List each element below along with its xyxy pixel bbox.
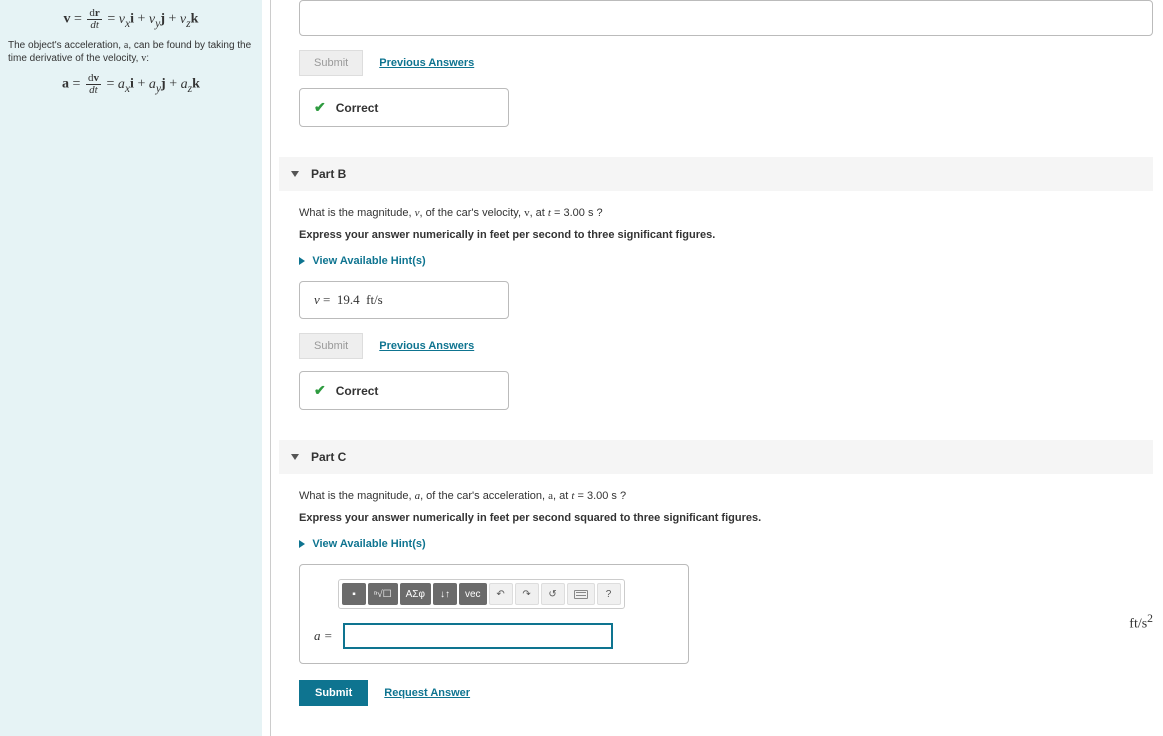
partC-instruction: Express your answer numerically in feet …: [299, 512, 1153, 524]
partC-hints[interactable]: View Available Hint(s): [299, 536, 1153, 550]
partA-correct-box: ✔ Correct: [299, 88, 509, 127]
caret-down-icon: [291, 171, 299, 177]
partC-units: ft/s2: [1109, 612, 1153, 633]
partB-instruction: Express your answer numerically in feet …: [299, 229, 1153, 241]
greek-tool-button[interactable]: ΑΣφ: [400, 583, 431, 605]
partB-answer-display: v = 19.4 ft/s: [299, 281, 509, 319]
template-tool-button[interactable]: ▪: [342, 583, 366, 605]
check-icon: ✔: [314, 99, 326, 116]
partB-submit-button: Submit: [299, 333, 363, 359]
redo-button[interactable]: ↷: [515, 583, 539, 605]
vec-tool-button[interactable]: vec: [459, 583, 487, 605]
partC-input-panel: ▪ ⁿ√☐ ΑΣφ ↓↑ vec ↶ ↷ ↺ ? a =: [299, 564, 689, 664]
partB-title: Part B: [311, 167, 346, 181]
partB-hints-link[interactable]: View Available Hint(s): [312, 255, 425, 267]
velocity-formula: v = drdt = vxi + vyj + vzk: [8, 8, 254, 31]
partB-header[interactable]: Part B: [279, 157, 1153, 191]
partC-variable-label: a =: [314, 628, 333, 644]
partC-title: Part C: [311, 450, 346, 464]
caret-right-icon: [299, 257, 305, 265]
partC-answer-input[interactable]: [343, 623, 613, 649]
partB-correct-box: ✔ Correct: [299, 371, 509, 410]
partA-correct-label: Correct: [336, 101, 379, 115]
help-button[interactable]: ?: [597, 583, 621, 605]
acceleration-formula: a = dvdt = axi + ayj + azk: [8, 73, 254, 96]
partA-answer-box: [299, 0, 1153, 36]
reset-button[interactable]: ↺: [541, 583, 565, 605]
partA-submit-button: Submit: [299, 50, 363, 76]
sqrt-tool-button[interactable]: ⁿ√☐: [368, 583, 398, 605]
partC-submit-button[interactable]: Submit: [299, 680, 368, 706]
partC-submit-row: Submit Request Answer: [299, 680, 1153, 706]
partC-question: What is the magnitude, a, of the car's a…: [299, 490, 1153, 502]
undo-button[interactable]: ↶: [489, 583, 513, 605]
equation-toolbar: ▪ ⁿ√☐ ΑΣφ ↓↑ vec ↶ ↷ ↺ ?: [338, 579, 625, 609]
check-icon: ✔: [314, 382, 326, 399]
partB-hints[interactable]: View Available Hint(s): [299, 253, 1153, 267]
partC-header[interactable]: Part C: [279, 440, 1153, 474]
caret-down-icon: [291, 454, 299, 460]
partB-question: What is the magnitude, v, of the car's v…: [299, 207, 1153, 219]
main-content: Submit Previous Answers ✔ Correct Part B…: [279, 0, 1163, 736]
keyboard-icon: [574, 590, 588, 599]
updown-tool-button[interactable]: ↓↑: [433, 583, 457, 605]
keyboard-button[interactable]: [567, 583, 595, 605]
vertical-divider: [270, 0, 271, 736]
theory-sidebar: v = drdt = vxi + vyj + vzk The object's …: [0, 0, 262, 736]
acceleration-description: The object's acceleration, a, can be fou…: [8, 39, 254, 65]
partC-request-answer-link[interactable]: Request Answer: [384, 687, 470, 699]
partB-previous-answers-link[interactable]: Previous Answers: [379, 340, 474, 352]
partB-correct-label: Correct: [336, 384, 379, 398]
partA-previous-answers-link[interactable]: Previous Answers: [379, 57, 474, 69]
caret-right-icon: [299, 540, 305, 548]
partC-hints-link[interactable]: View Available Hint(s): [312, 538, 425, 550]
partA-submit-row: Submit Previous Answers: [299, 50, 1153, 76]
partB-submit-row: Submit Previous Answers: [299, 333, 1153, 359]
